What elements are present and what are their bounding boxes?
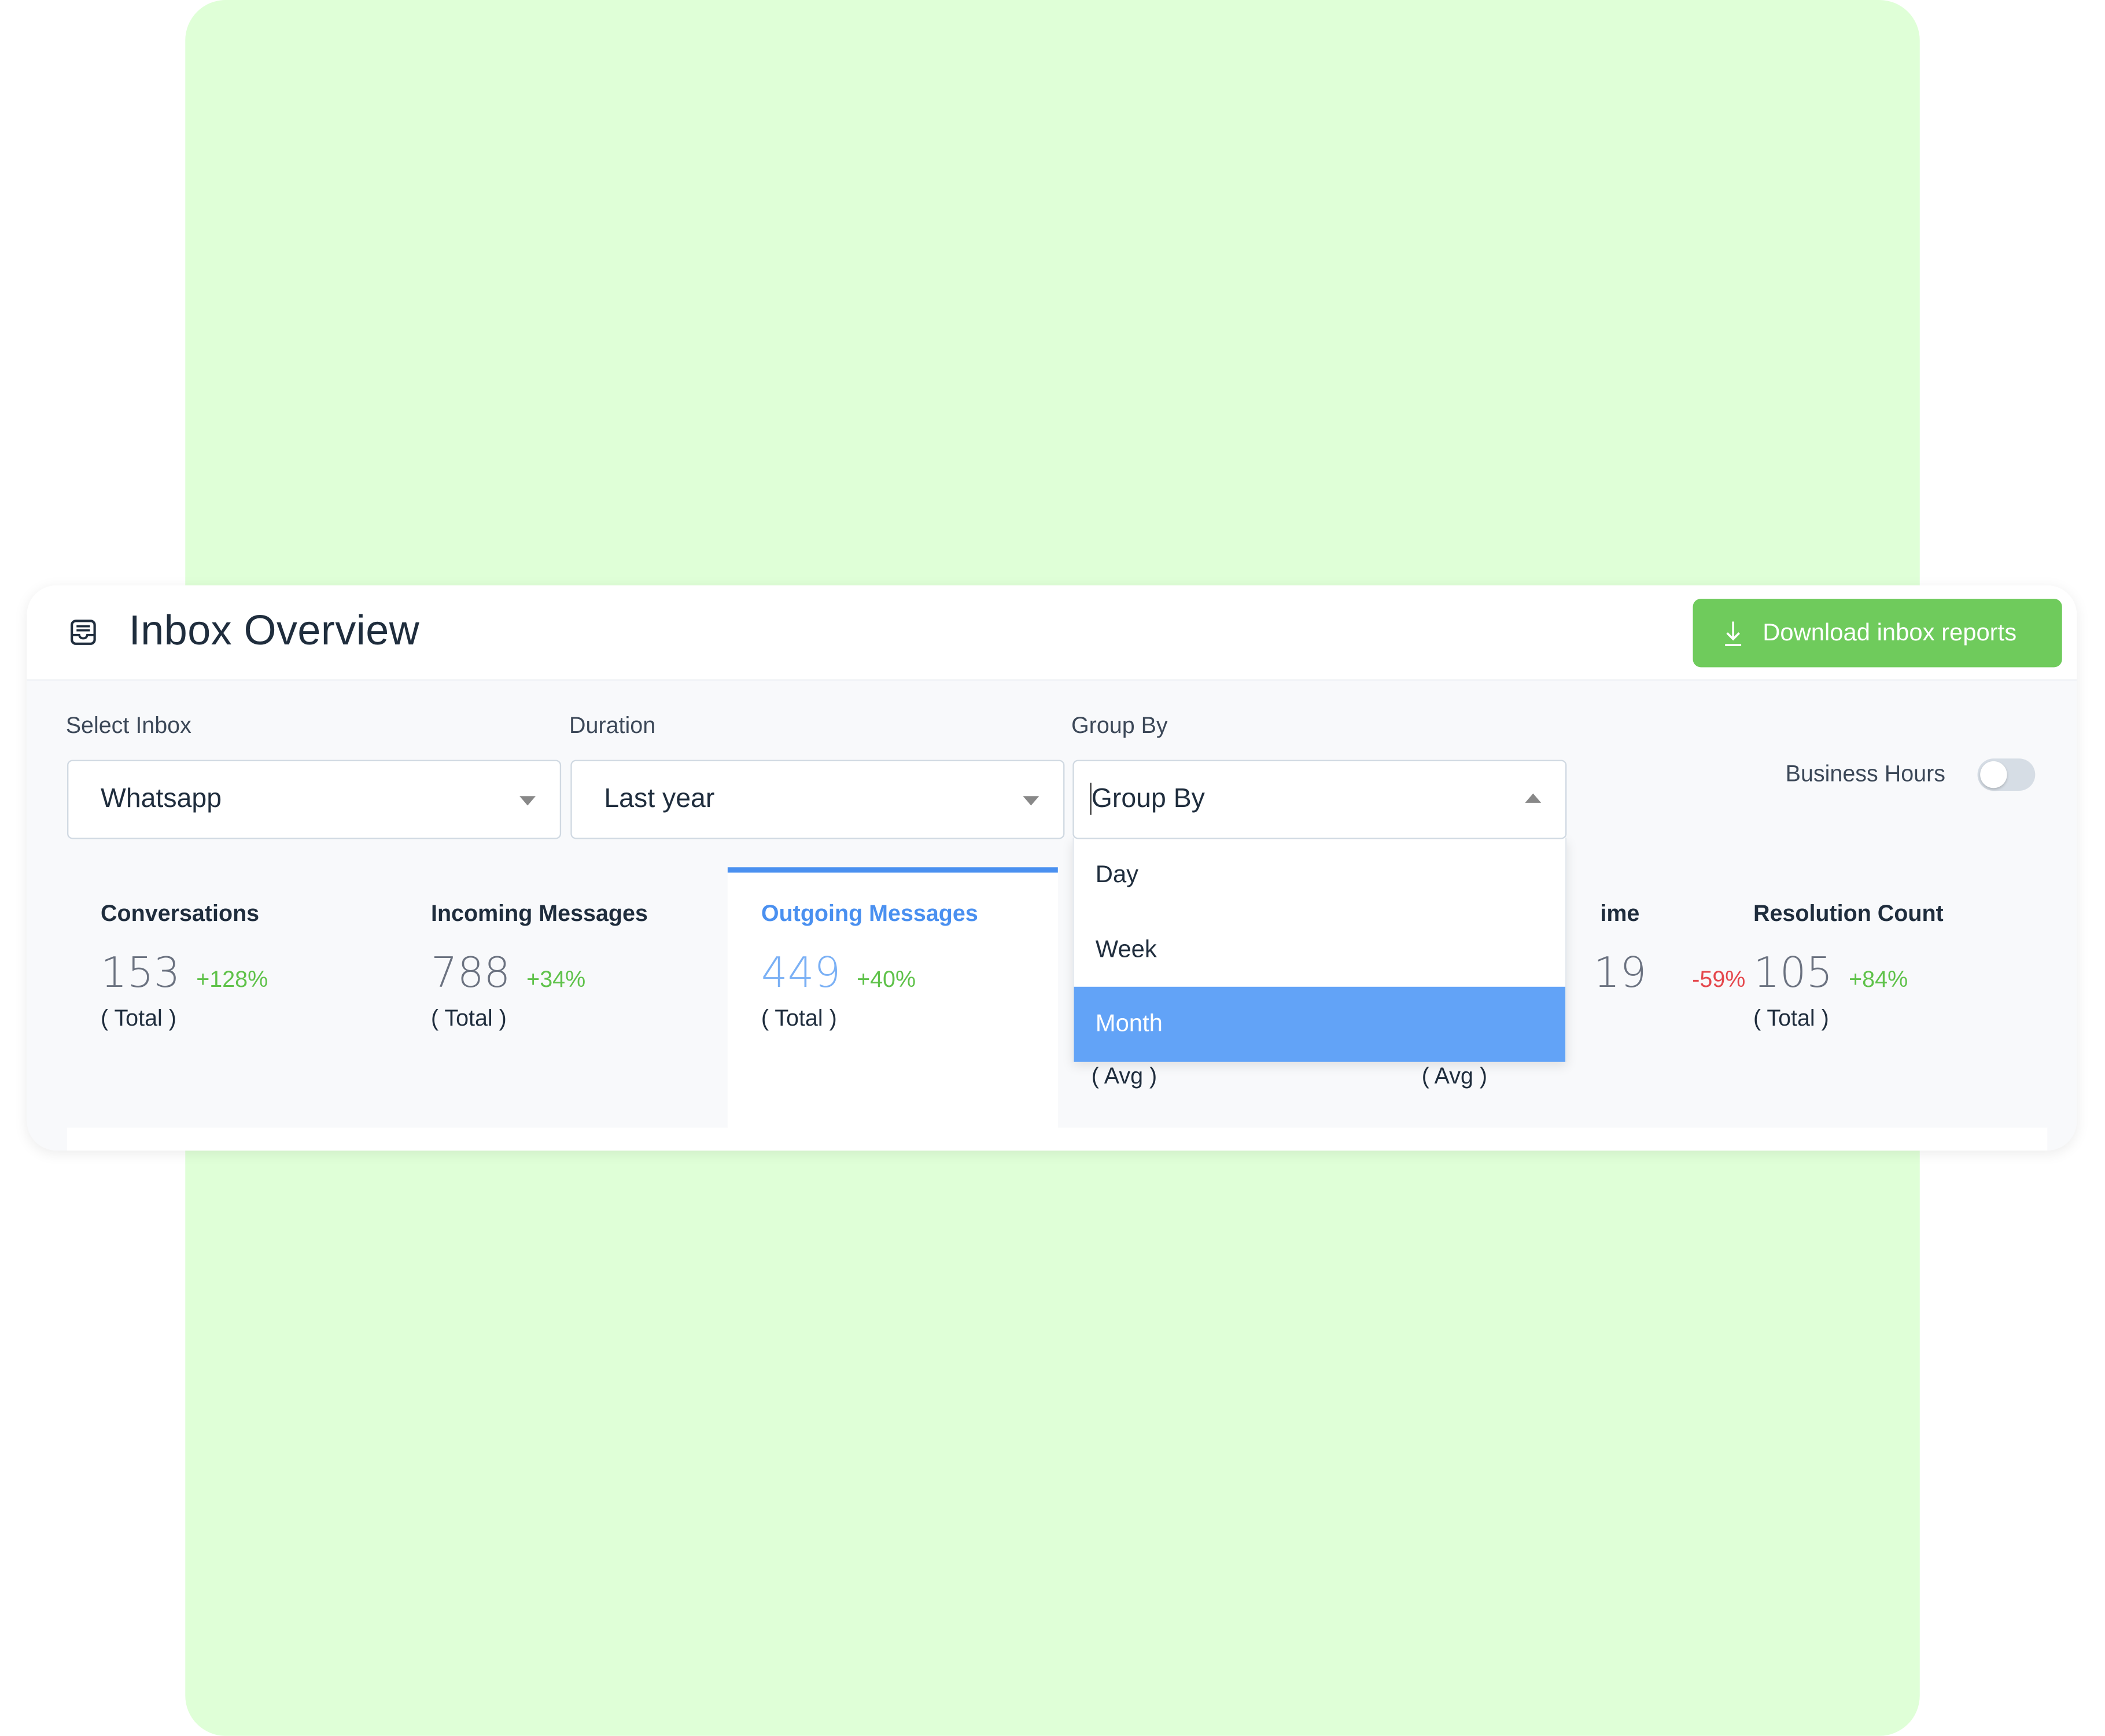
inbox-select[interactable]: Whatsapp [67,760,562,839]
stage: Inbox Overview Download inbox reports Se… [0,0,2105,1736]
metric-title: Resolution Count [1753,901,1944,927]
duration-label: Duration [569,713,656,739]
download-icon [1725,621,1742,646]
inbox-select-value: Whatsapp [101,784,222,814]
metric-outgoing-messages[interactable]: Outgoing Messages 449 +40% ( Total ) [727,867,1058,1128]
group-by-select[interactable]: Group By [1072,760,1567,839]
metric-subtitle: ( Total ) [101,1005,176,1031]
chevron-up-icon [1525,793,1542,803]
chart-panel [67,1127,2048,1151]
metric-subtitle: ( Total ) [430,1005,507,1031]
business-hours-toggle[interactable] [1977,758,2036,791]
option-week[interactable]: Week [1074,912,1565,987]
inbox-tray-icon [71,620,96,645]
metric-change: +34% [526,966,586,993]
metric-resolution-count[interactable]: Resolution Count 105 +84% ( Total ) [1720,867,2050,1127]
business-hours-label: Business Hours [1785,761,1945,787]
text-cursor [1090,783,1092,815]
metric-title: Outgoing Messages [761,901,978,927]
metric-change: +40% [857,966,916,993]
group-by-placeholder: Group By [1091,784,1205,814]
download-inbox-reports-button[interactable]: Download inbox reports [1693,599,2062,668]
metric-subtitle: ( Total ) [761,1005,837,1031]
chevron-down-icon [519,796,536,806]
toggle-knob [1980,761,2007,788]
card-header: Inbox Overview Download inbox reports [27,585,2077,681]
metric-value: 449 [761,949,841,998]
metric-incoming-messages[interactable]: Incoming Messages 788 +34% ( Total ) [397,867,728,1127]
metric-value: 19 [1593,949,1647,998]
inbox-overview-card: Inbox Overview Download inbox reports Se… [27,585,2077,1151]
chevron-down-icon [1023,796,1039,806]
metric-value: 788 [430,949,511,998]
metric-subtitle: ( Avg ) [1091,1063,1157,1089]
metric-subtitle: ( Total ) [1753,1005,1829,1031]
option-day[interactable]: Day [1074,838,1565,912]
duration-select-value: Last year [604,784,715,814]
page-title: Inbox Overview [128,607,420,654]
group-by-dropdown-menu: Day Week Month [1072,838,1567,1062]
metric-conversations[interactable]: Conversations 153 +128% ( Total ) [67,867,397,1127]
metric-value: 105 [1753,949,1833,998]
metric-value: 153 [101,949,180,998]
duration-select[interactable]: Last year [570,760,1065,839]
select-inbox-label: Select Inbox [65,713,191,739]
download-label: Download inbox reports [1763,618,2017,646]
metric-subtitle: ( Avg ) [1421,1063,1488,1089]
metric-title: Incoming Messages [430,901,648,927]
group-by-label: Group By [1071,713,1168,739]
option-month[interactable]: Month [1074,986,1566,1061]
metric-title: Conversations [101,901,260,927]
metric-change: +84% [1849,966,1908,993]
metric-change: +128% [196,966,268,993]
